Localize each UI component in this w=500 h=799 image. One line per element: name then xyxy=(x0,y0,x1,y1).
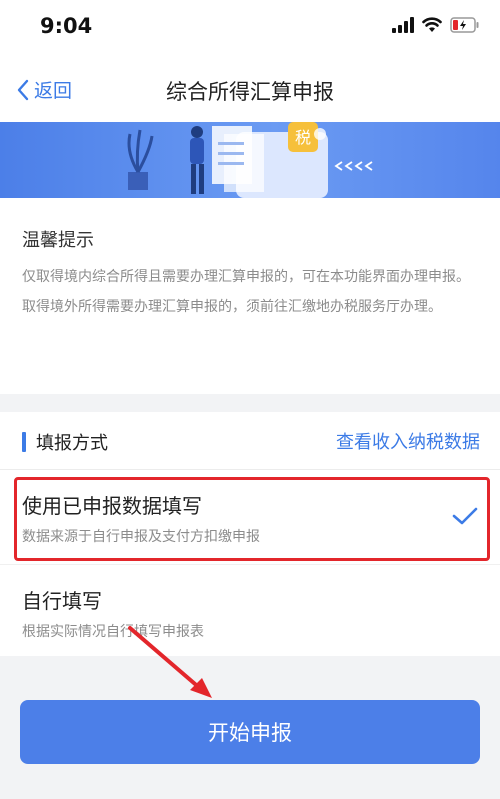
plant-icon xyxy=(127,129,154,190)
tips-title: 温馨提示 xyxy=(22,230,94,251)
option-self-fill[interactable]: 自行填写 根据实际情况自行填写申报表 xyxy=(0,564,500,656)
option-title: 自行填写 xyxy=(22,589,102,613)
status-icons xyxy=(392,17,480,33)
start-declaration-button[interactable]: 开始申报 xyxy=(20,700,480,764)
person-graphic xyxy=(190,126,204,194)
tips-card: 温馨提示 仅取得境内综合所得且需要办理汇算申报的，可在本功能界面办理申报。取得境… xyxy=(0,198,500,394)
battery-icon xyxy=(450,17,479,33)
option-use-declared-data[interactable]: 使用已申报数据填写 数据来源于自行申报及支付方扣缴申报 xyxy=(0,470,500,564)
method-title: 填报方式 xyxy=(36,433,108,454)
tips-body: 仅取得境内综合所得且需要办理汇算申报的，可在本功能界面办理申报。取得境外所得需要… xyxy=(22,269,470,315)
check-icon xyxy=(452,507,478,525)
status-time: 9:04 xyxy=(40,14,93,38)
option-subtitle: 数据来源于自行申报及支付方扣缴申报 xyxy=(22,529,260,545)
tax-badge: 税 xyxy=(295,128,311,147)
option-subtitle: 根据实际情况自行填写申报表 xyxy=(22,624,204,640)
option-title: 使用已申报数据填写 xyxy=(22,494,202,518)
page-title: 综合所得汇算申报 xyxy=(166,80,334,104)
signal-icon xyxy=(392,17,414,33)
method-accent-bar xyxy=(22,432,26,452)
view-income-tax-data-link[interactable]: 查看收入纳税数据 xyxy=(336,428,480,454)
wifi-icon xyxy=(422,17,442,32)
banner-illustration: 税 xyxy=(127,122,373,198)
status-bar: 9:04 xyxy=(0,0,500,58)
nav-bar: 返回 综合所得汇算申报 xyxy=(0,58,500,122)
method-header: 填报方式 查看收入纳税数据 xyxy=(0,412,500,470)
banner: 税 xyxy=(0,122,500,198)
